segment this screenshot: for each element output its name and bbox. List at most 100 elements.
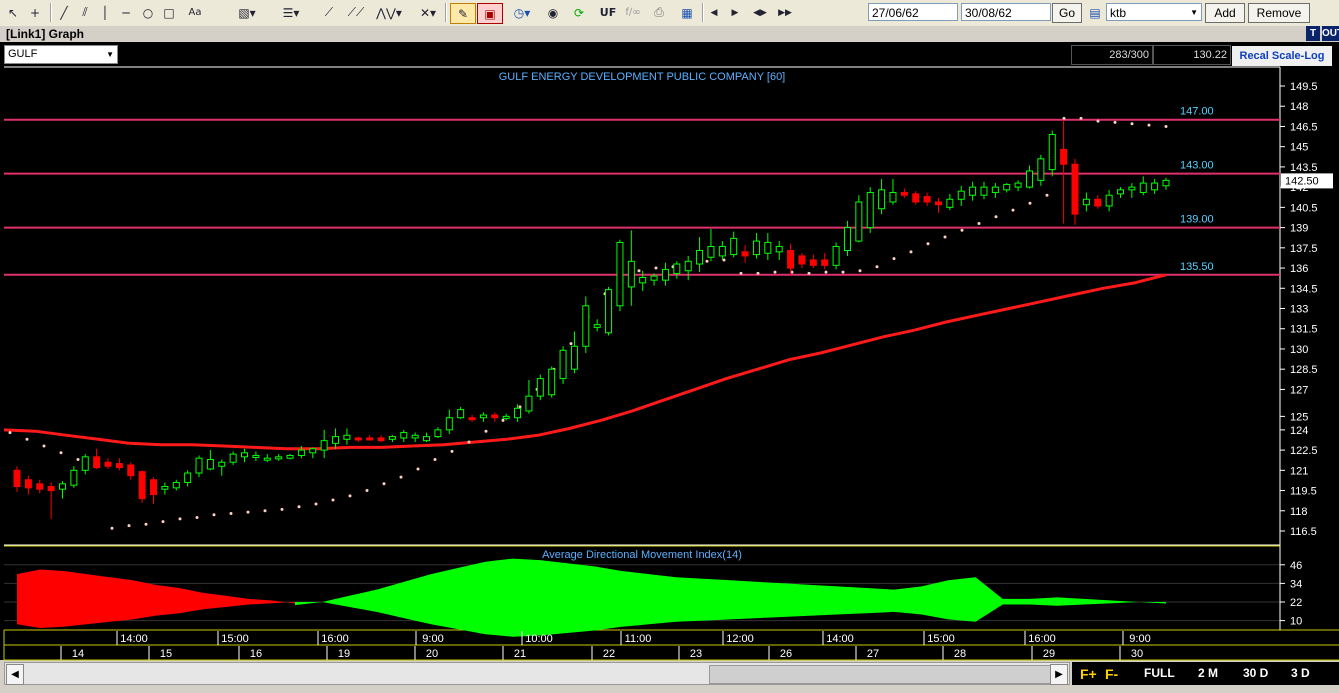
price-tick-label: 148 xyxy=(1290,101,1308,113)
candle-body xyxy=(377,437,385,442)
candle-body xyxy=(661,268,669,281)
candle-body xyxy=(59,483,67,490)
day-label: 21 xyxy=(514,648,526,660)
price-tick-label: 146.5 xyxy=(1290,121,1318,133)
full-button[interactable]: FULL xyxy=(1144,666,1175,680)
time-label: 14:00 xyxy=(120,633,148,645)
sar-dot xyxy=(1096,119,1100,123)
time-label: 15:00 xyxy=(927,633,955,645)
candle-body xyxy=(24,479,32,489)
day-label: 16 xyxy=(250,648,262,660)
sar-dot xyxy=(1045,193,1049,197)
candle-body xyxy=(900,192,908,196)
sar-dot xyxy=(178,517,182,521)
candle-body xyxy=(241,452,249,458)
candle-body xyxy=(1048,134,1056,171)
price-chart[interactable]: GULF ENERGY DEVELOPMENT PUBLIC COMPANY [… xyxy=(0,0,1339,693)
day-label: 22 xyxy=(603,648,615,660)
candle-body xyxy=(252,454,260,458)
adx-tick-label: 34 xyxy=(1290,578,1302,590)
candle-body xyxy=(172,481,180,489)
candle-body xyxy=(809,259,817,266)
candle-body xyxy=(195,457,203,474)
candle-body xyxy=(1139,182,1147,194)
candle-body xyxy=(627,260,635,288)
moving-average-path xyxy=(3,273,1167,451)
sar-dot xyxy=(331,498,335,502)
candle-body xyxy=(479,414,487,419)
price-tick-label: 122.5 xyxy=(1290,445,1318,457)
sar-dot xyxy=(76,458,80,461)
candle-body xyxy=(639,276,647,284)
day-label: 26 xyxy=(780,648,792,660)
adx-positive-area xyxy=(295,558,1166,637)
line-value-label: 139.00 xyxy=(1180,214,1214,226)
candle-body xyxy=(650,275,658,281)
candle-body xyxy=(616,241,624,307)
day-label: 29 xyxy=(1043,648,1055,660)
candle-body xyxy=(525,395,533,412)
candle-body xyxy=(161,486,169,490)
price-tick-label: 128.5 xyxy=(1290,364,1318,376)
sar-dot xyxy=(195,516,199,519)
time-label: 16:00 xyxy=(321,633,349,645)
candle-body xyxy=(718,245,726,257)
sar-dot xyxy=(433,458,437,461)
day-label: 28 xyxy=(954,648,966,660)
sar-dot xyxy=(756,271,760,275)
time-label: 9:00 xyxy=(422,633,443,645)
candle-body xyxy=(286,454,294,459)
sar-dot xyxy=(25,437,29,441)
candle-body xyxy=(798,255,806,265)
adx-tick-label: 46 xyxy=(1290,560,1302,572)
sar-dot xyxy=(467,440,471,444)
candle-body xyxy=(752,240,760,256)
sar-dot xyxy=(127,524,131,528)
scroll-right-icon[interactable]: ▶ xyxy=(1050,664,1068,685)
scroll-thumb[interactable] xyxy=(709,665,1051,684)
candle-body xyxy=(93,456,101,469)
price-tick-label: 124 xyxy=(1290,425,1308,437)
2m-button[interactable]: 2 M xyxy=(1198,666,1218,680)
candle-body xyxy=(1151,182,1159,191)
sar-dot xyxy=(161,520,165,524)
candle-body xyxy=(354,437,362,441)
sar-dot xyxy=(1113,120,1117,124)
sar-dot xyxy=(399,475,403,479)
price-tick-label: 145 xyxy=(1290,142,1308,154)
price-tick-label: 149.5 xyxy=(1290,81,1318,93)
candle-body xyxy=(1105,194,1113,207)
scroll-left-icon[interactable]: ◀ xyxy=(6,664,24,685)
candle-body xyxy=(150,479,158,496)
zoom-in-button[interactable]: F+ xyxy=(1080,666,1097,682)
time-label: 10:00 xyxy=(525,633,553,645)
day-label: 30 xyxy=(1131,648,1143,660)
30d-button[interactable]: 30 D xyxy=(1243,666,1268,680)
sar-dot xyxy=(246,510,250,514)
candle-body xyxy=(502,415,510,419)
candle-body xyxy=(275,456,283,460)
price-tick-label: 137.5 xyxy=(1290,243,1318,255)
sar-dot xyxy=(348,494,352,498)
zoom-out-button[interactable]: F- xyxy=(1105,666,1118,682)
time-label: 16:00 xyxy=(1028,633,1056,645)
candle-body xyxy=(434,429,442,438)
candle-body xyxy=(696,250,704,265)
3d-button[interactable]: 3 D xyxy=(1291,666,1310,680)
candle-body xyxy=(206,459,214,470)
candle-body xyxy=(423,436,431,442)
moving-average-line xyxy=(3,273,1167,451)
sar-dot xyxy=(1147,123,1151,127)
candle-body xyxy=(411,434,419,439)
candle-body xyxy=(400,432,408,439)
time-label: 11:00 xyxy=(625,633,652,645)
candle-body xyxy=(559,349,567,380)
candle-body xyxy=(445,417,453,431)
horizontal-scrollbar[interactable]: ◀ ▶ xyxy=(4,662,1070,685)
line-value-label: 143.00 xyxy=(1180,160,1214,172)
candle-body xyxy=(957,190,965,200)
candle-body xyxy=(923,196,931,203)
price-tick-label: 134.5 xyxy=(1290,283,1318,295)
candle-body xyxy=(832,245,840,266)
candle-body xyxy=(229,453,237,463)
